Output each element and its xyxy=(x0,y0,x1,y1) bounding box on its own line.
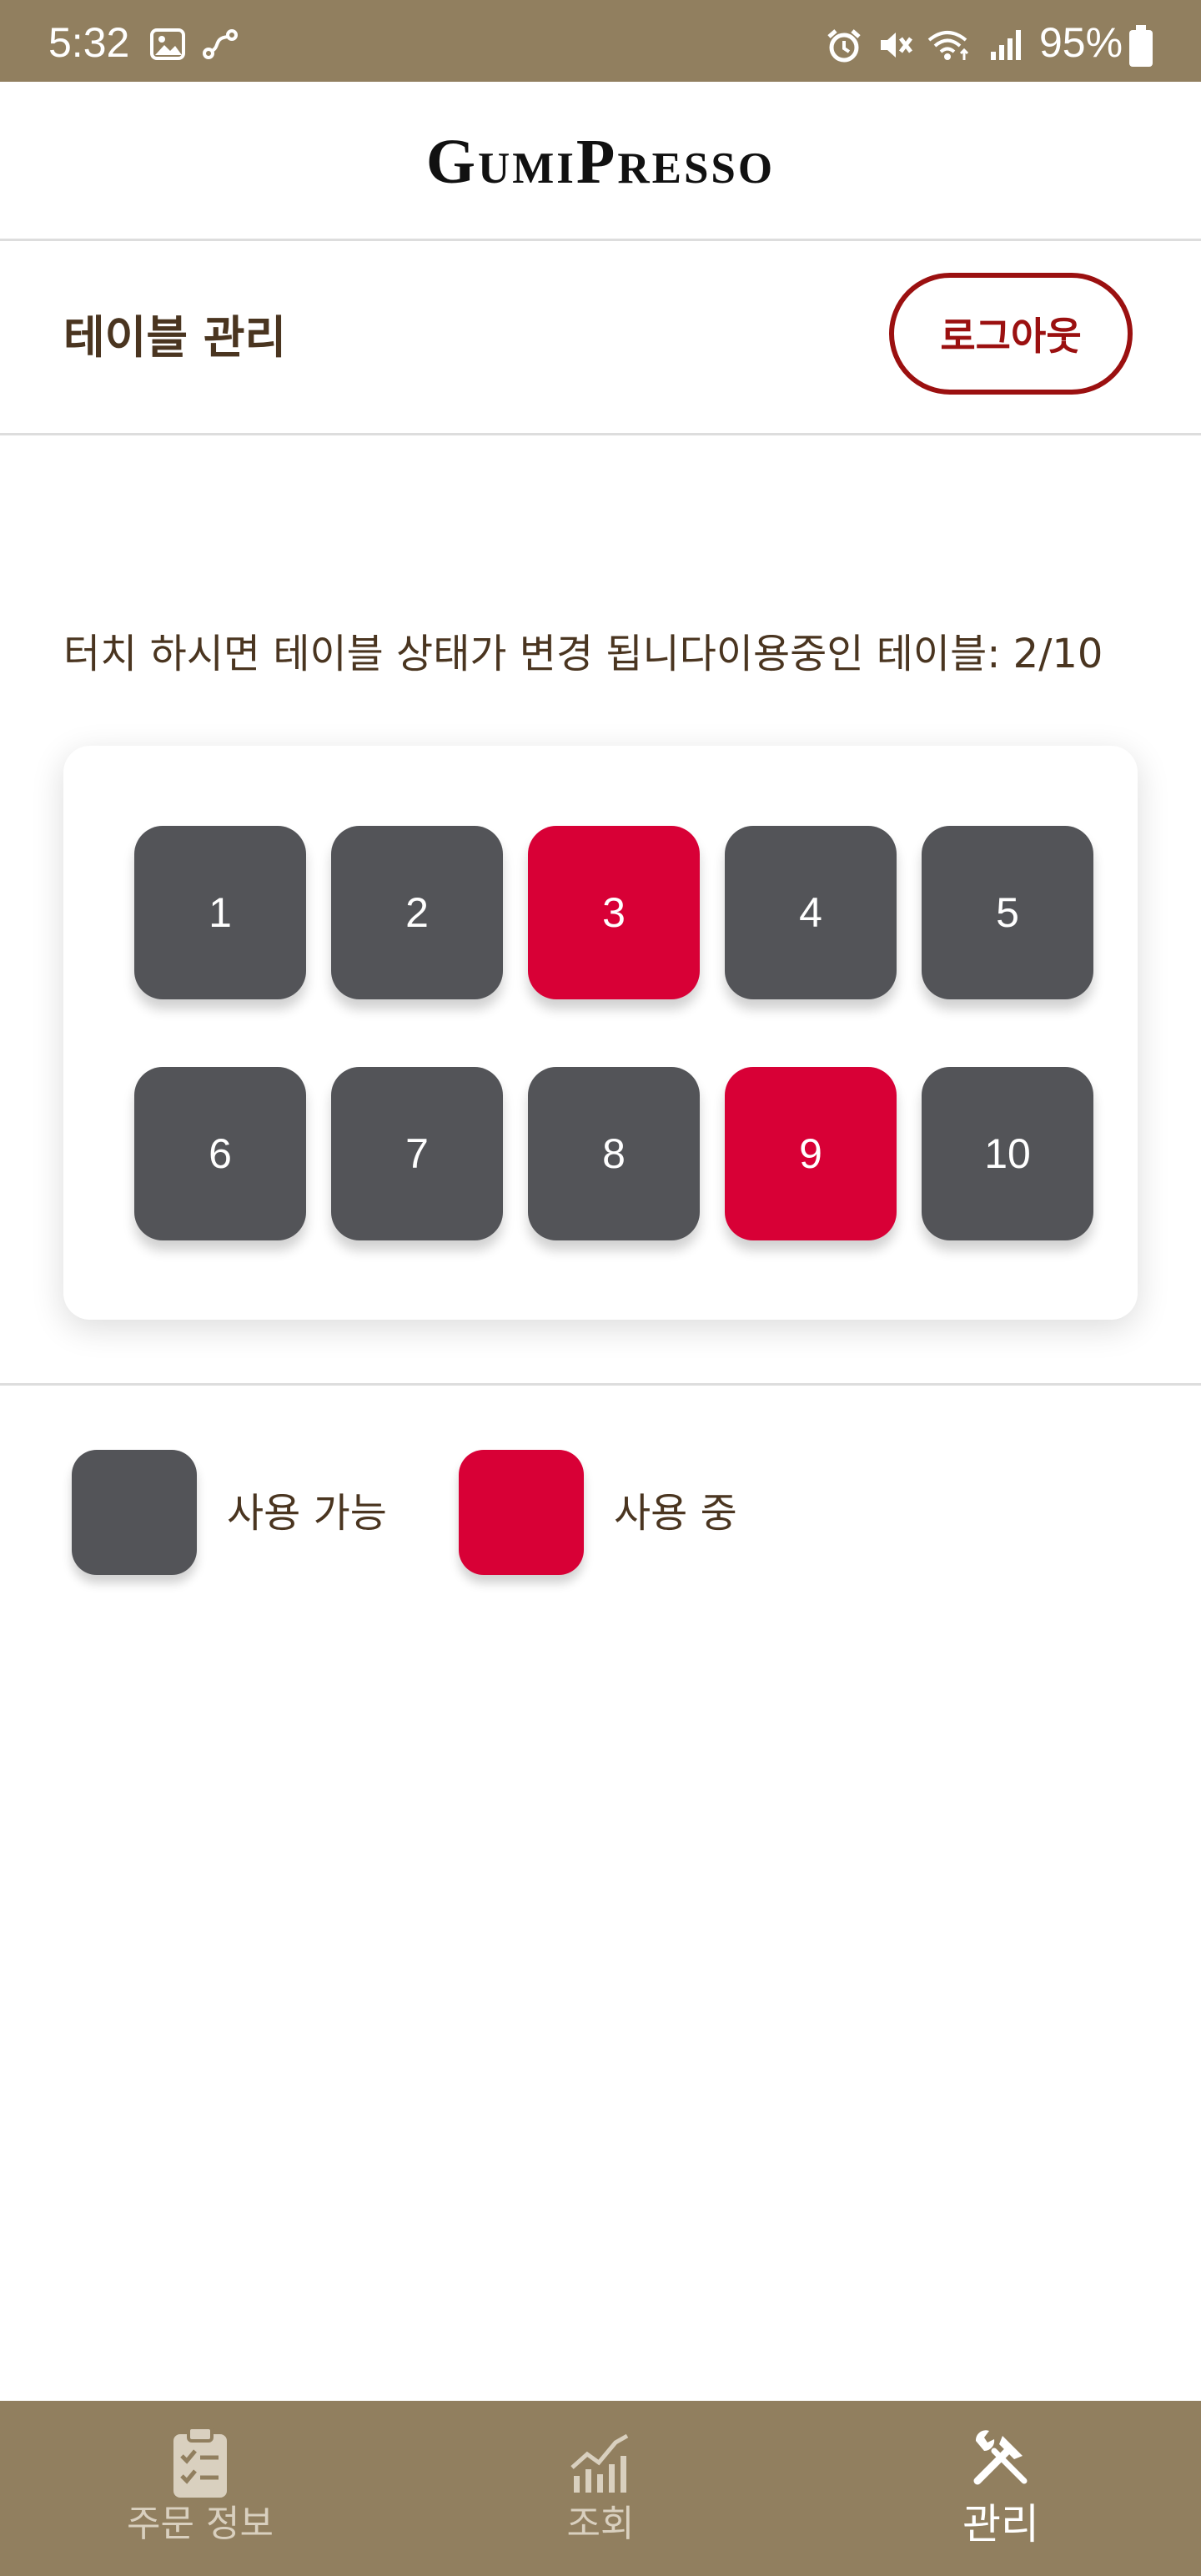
table-tile-9[interactable]: 9 xyxy=(725,1067,897,1240)
app-title: GumiPresso xyxy=(425,127,776,197)
table-usage-info: 터치 하시면 테이블 상태가 변경 됩니다이용중인 테이블: 2/10 xyxy=(63,631,1103,677)
mute-icon xyxy=(877,28,914,65)
gallery-icon xyxy=(150,28,185,63)
logout-button[interactable]: 로그아웃 xyxy=(889,273,1133,395)
legend-label-available: 사용 가능 xyxy=(227,1490,387,1537)
page-title: 테이블 관리 xyxy=(63,311,287,364)
link-icon xyxy=(202,28,239,63)
table-tile-6[interactable]: 6 xyxy=(134,1067,306,1240)
nav-label-lookup: 조회 xyxy=(566,2503,635,2545)
nav-item-order-info[interactable]: 주문 정보 xyxy=(0,2401,400,2576)
table-tile-5[interactable]: 5 xyxy=(922,826,1093,999)
table-tile-4[interactable]: 4 xyxy=(725,826,897,999)
app-header: GumiPresso xyxy=(0,82,1201,241)
tools-icon xyxy=(969,2426,1033,2493)
table-tile-10[interactable]: 10 xyxy=(922,1067,1093,1240)
table-tile-1[interactable]: 1 xyxy=(134,826,306,999)
nav-label-order-info: 주문 정보 xyxy=(127,2503,274,2545)
nav-label-manage: 관리 xyxy=(962,2500,1039,2548)
battery-percentage: 95% xyxy=(1039,19,1123,66)
legend-swatch-occupied xyxy=(459,1450,584,1575)
table-tile-8[interactable]: 8 xyxy=(528,1067,700,1240)
nav-item-lookup[interactable]: 조회 xyxy=(400,2401,801,2576)
clipboard-check-icon xyxy=(170,2426,230,2503)
table-tile-7[interactable]: 7 xyxy=(331,1067,503,1240)
wifi-icon xyxy=(926,28,972,65)
signal-icon xyxy=(989,28,1028,65)
battery-icon xyxy=(1129,25,1153,70)
chart-icon xyxy=(569,2431,632,2498)
table-grid-card: 1 2 3 4 5 6 7 8 9 10 xyxy=(63,746,1138,1320)
alarm-icon xyxy=(826,28,862,67)
table-tile-3[interactable]: 3 xyxy=(528,826,700,999)
table-tile-2[interactable]: 2 xyxy=(331,826,503,999)
legend-label-occupied: 사용 중 xyxy=(614,1490,737,1537)
page-header: 테이블 관리 로그아웃 xyxy=(0,241,1201,435)
status-time: 5:32 xyxy=(48,19,130,66)
status-bar: 5:32 95% xyxy=(0,0,1201,82)
nav-item-manage[interactable]: 관리 xyxy=(801,2401,1201,2576)
legend-swatch-available xyxy=(72,1450,197,1575)
section-divider xyxy=(0,1383,1201,1386)
bottom-nav: 주문 정보 조회 관리 xyxy=(0,2401,1201,2576)
